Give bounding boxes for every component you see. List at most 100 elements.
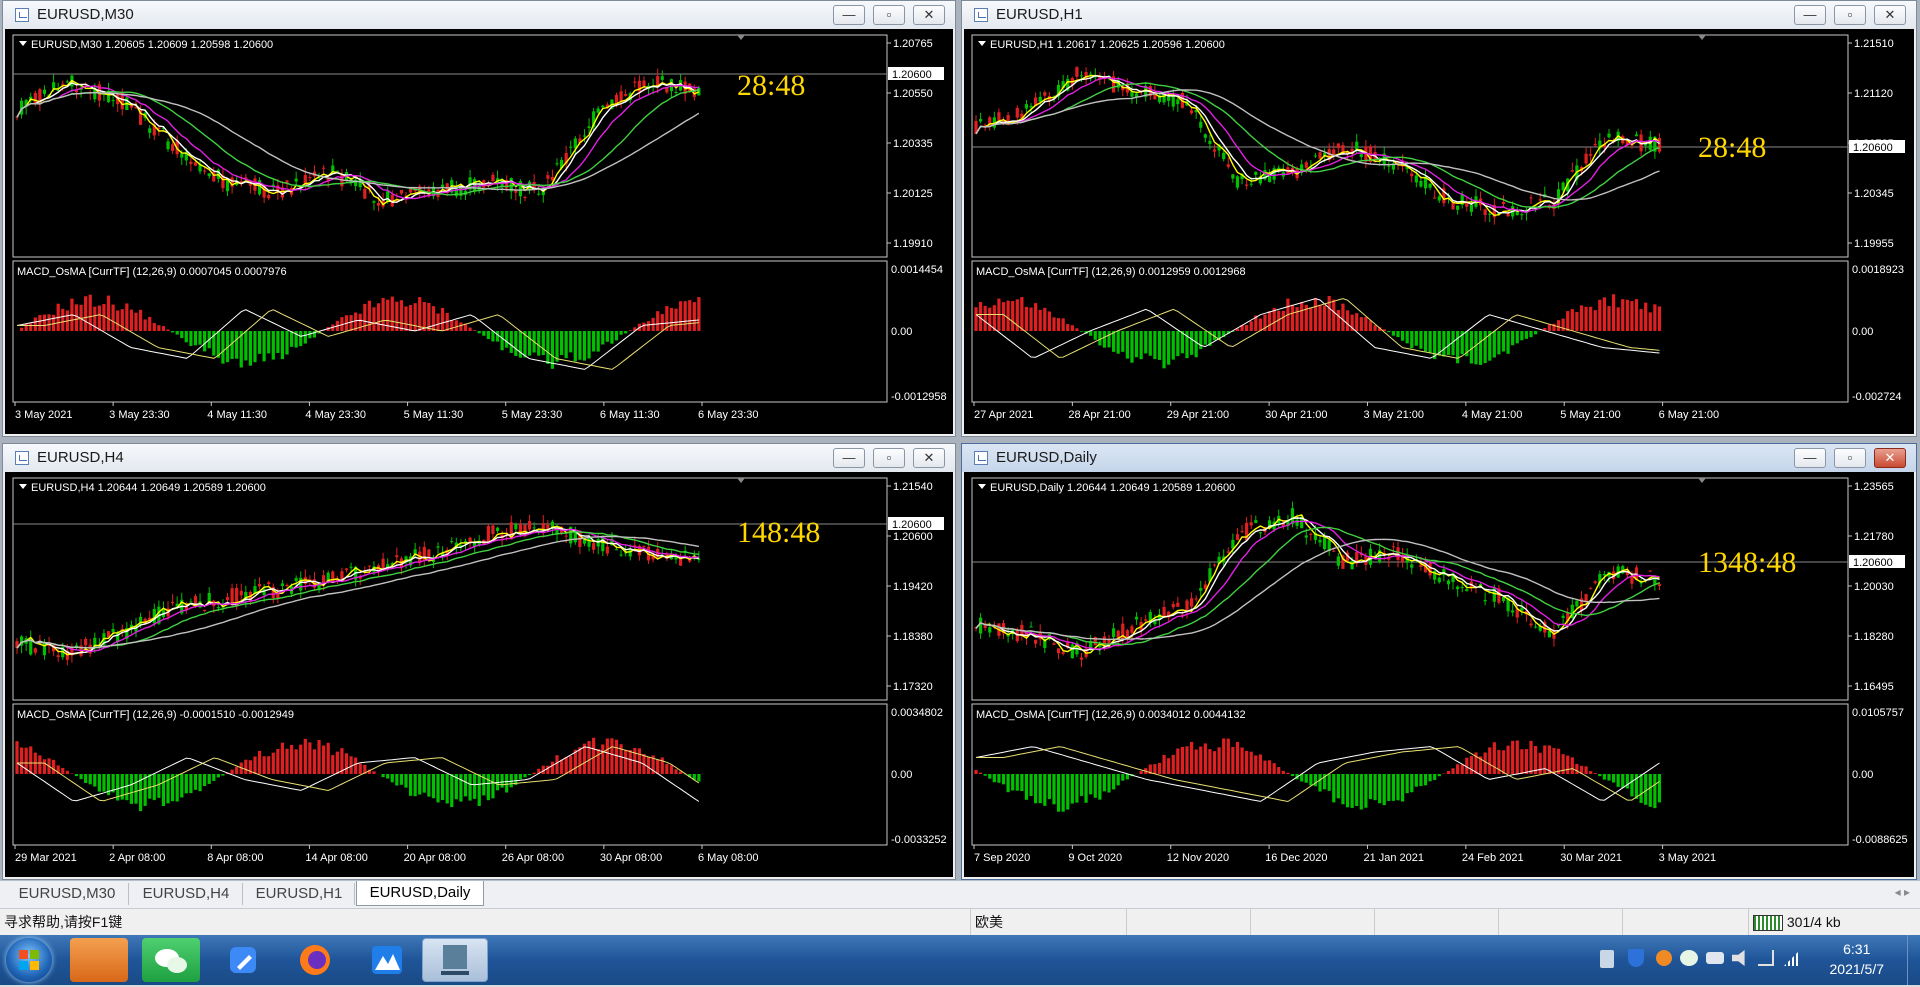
status-cell-empty-4 bbox=[1498, 909, 1623, 935]
close-button[interactable]: ✕ bbox=[1874, 5, 1906, 25]
chart-canvas[interactable]: EURUSD,Daily 1.20644 1.20649 1.20589 1.2… bbox=[964, 472, 1914, 877]
candle-body bbox=[1231, 174, 1234, 178]
start-button[interactable] bbox=[6, 938, 52, 982]
macd-histogram-bar bbox=[1351, 774, 1354, 808]
candle-body bbox=[84, 639, 87, 645]
macd-histogram-bar bbox=[1117, 774, 1120, 785]
candle-body bbox=[1112, 628, 1115, 637]
firefox-icon[interactable] bbox=[286, 938, 344, 982]
close-button[interactable]: ✕ bbox=[913, 5, 945, 25]
orange-circle-icon[interactable] bbox=[1656, 950, 1672, 966]
volume-muted-icon[interactable] bbox=[1732, 950, 1750, 966]
macd-histogram-bar bbox=[1594, 773, 1597, 774]
taskbar-clock[interactable]: 6:31 2021/5/7 bbox=[1830, 939, 1885, 979]
price-axis-label: 1.16495 bbox=[1854, 681, 1894, 693]
tab-eurusd-m30[interactable]: EURUSD,M30 bbox=[6, 883, 129, 905]
candle-body bbox=[112, 629, 115, 632]
macd-histogram-bar bbox=[1236, 742, 1239, 774]
window-titlebar[interactable]: EURUSD,H4 — ▫ ✕ bbox=[3, 444, 955, 472]
minimize-button[interactable]: — bbox=[833, 5, 865, 25]
restore-button[interactable]: ▫ bbox=[873, 448, 905, 468]
macd-histogram-bar bbox=[670, 308, 673, 331]
chart-window-h1[interactable]: EURUSD,H1 — ▫ ✕ EURUSD,H1 1.20617 1.2062… bbox=[961, 0, 1917, 437]
chart-canvas[interactable]: EURUSD,M30 1.20605 1.20609 1.20598 1.206… bbox=[5, 29, 953, 434]
tab-scroll-arrows[interactable]: ◂ ▸ bbox=[1895, 885, 1910, 899]
window-titlebar[interactable]: EURUSD,Daily — ▫ ✕ bbox=[962, 444, 1916, 472]
macd-histogram-bar bbox=[578, 747, 581, 774]
macd-histogram-bar bbox=[1506, 331, 1509, 354]
candle-body bbox=[240, 591, 243, 596]
macd-histogram-bar bbox=[1424, 331, 1427, 351]
macd-histogram-bar bbox=[134, 313, 137, 331]
macd-histogram-bar bbox=[1493, 742, 1496, 774]
candle-body bbox=[1236, 176, 1239, 187]
window-titlebar[interactable]: EURUSD,H1 — ▫ ✕ bbox=[962, 1, 1916, 29]
macd-plot-frame bbox=[13, 261, 887, 402]
network-tray-icon[interactable] bbox=[1706, 952, 1724, 964]
candle-body bbox=[1594, 144, 1597, 145]
candle-body bbox=[1240, 531, 1243, 532]
candle-body bbox=[1199, 122, 1202, 128]
chart-svg[interactable]: EURUSD,M30 1.20605 1.20609 1.20598 1.206… bbox=[5, 29, 953, 434]
dolphin-app-icon[interactable] bbox=[70, 938, 128, 982]
macd-histogram-bar bbox=[1029, 774, 1032, 796]
pen-app-icon[interactable] bbox=[214, 938, 272, 982]
active-terminal-task[interactable] bbox=[422, 938, 488, 982]
macd-histogram-bar bbox=[661, 314, 664, 331]
chart-svg[interactable]: EURUSD,H4 1.20644 1.20649 1.20589 1.2060… bbox=[5, 472, 953, 877]
metatrader-icon[interactable] bbox=[358, 938, 416, 982]
macd-histogram-bar bbox=[1543, 745, 1546, 774]
moving-average-line-3 bbox=[17, 532, 699, 648]
restore-button[interactable]: ▫ bbox=[1834, 5, 1866, 25]
tab-eurusd-h4[interactable]: EURUSD,H4 bbox=[130, 883, 243, 905]
chart-svg[interactable]: EURUSD,H1 1.20617 1.20625 1.20596 1.2060… bbox=[964, 29, 1914, 434]
macd-histogram-bar bbox=[180, 331, 183, 338]
macd-histogram-bar bbox=[1208, 749, 1211, 774]
tab-eurusd-h1[interactable]: EURUSD,H1 bbox=[244, 883, 355, 905]
chart-window-daily[interactable]: EURUSD,Daily — ▫ ✕ EURUSD,Daily 1.20644 … bbox=[961, 443, 1917, 880]
candle-body bbox=[633, 82, 636, 83]
close-button[interactable]: ✕ bbox=[913, 448, 945, 468]
windows-logo-icon bbox=[6, 938, 52, 982]
macd-histogram-bar bbox=[1080, 774, 1083, 796]
macd-histogram-bar bbox=[116, 310, 119, 331]
macd-histogram-bar bbox=[162, 774, 165, 806]
macd-histogram-bar bbox=[1002, 302, 1005, 331]
macd-histogram-bar bbox=[395, 774, 398, 786]
restore-button[interactable]: ▫ bbox=[873, 5, 905, 25]
usb-icon[interactable] bbox=[1600, 950, 1614, 968]
wechat-tray-icon[interactable] bbox=[1680, 950, 1698, 966]
chart-canvas[interactable]: EURUSD,H4 1.20644 1.20649 1.20589 1.2060… bbox=[5, 472, 953, 877]
macd-histogram-bar bbox=[1167, 758, 1170, 774]
macd-histogram-bar bbox=[1328, 774, 1331, 791]
tab-eurusd-daily[interactable]: EURUSD,Daily bbox=[356, 881, 484, 906]
minimize-button[interactable]: — bbox=[833, 448, 865, 468]
candle-body bbox=[533, 527, 536, 528]
wechat-icon[interactable] bbox=[142, 938, 200, 982]
chart-window-h4[interactable]: EURUSD,H4 — ▫ ✕ EURUSD,H4 1.20644 1.2064… bbox=[2, 443, 956, 880]
chart-window-icon bbox=[15, 451, 29, 465]
network-muted-icon[interactable] bbox=[1758, 950, 1774, 966]
candle-body bbox=[988, 627, 991, 632]
signal-bars-icon[interactable] bbox=[1784, 950, 1800, 966]
status-connection[interactable]: 301/4 kb bbox=[1748, 909, 1920, 935]
minimize-button[interactable]: — bbox=[1794, 5, 1826, 25]
chart-svg[interactable]: EURUSD,Daily 1.20644 1.20649 1.20589 1.2… bbox=[964, 472, 1914, 877]
restore-button[interactable]: ▫ bbox=[1834, 448, 1866, 468]
candle-body bbox=[1584, 594, 1587, 602]
chart-window-m30[interactable]: EURUSD,M30 — ▫ ✕ EURUSD,M30 1.20605 1.20… bbox=[2, 0, 956, 437]
close-button[interactable]: ✕ bbox=[1874, 448, 1906, 468]
candle-body bbox=[166, 141, 169, 149]
window-titlebar[interactable]: EURUSD,M30 — ▫ ✕ bbox=[3, 1, 955, 29]
shield-icon[interactable] bbox=[1628, 949, 1644, 967]
macd-histogram-bar bbox=[29, 323, 32, 331]
macd-histogram-bar bbox=[1639, 309, 1642, 331]
macd-histogram-bar bbox=[130, 310, 133, 331]
macd-histogram-bar bbox=[597, 749, 600, 774]
show-desktop-button[interactable] bbox=[1907, 935, 1920, 985]
status-profile[interactable]: 欧美 bbox=[970, 909, 1125, 935]
macd-histogram-bar bbox=[478, 774, 481, 806]
chart-canvas[interactable]: EURUSD,H1 1.20617 1.20625 1.20596 1.2060… bbox=[964, 29, 1914, 434]
minimize-button[interactable]: — bbox=[1794, 448, 1826, 468]
candle-body bbox=[400, 190, 403, 194]
